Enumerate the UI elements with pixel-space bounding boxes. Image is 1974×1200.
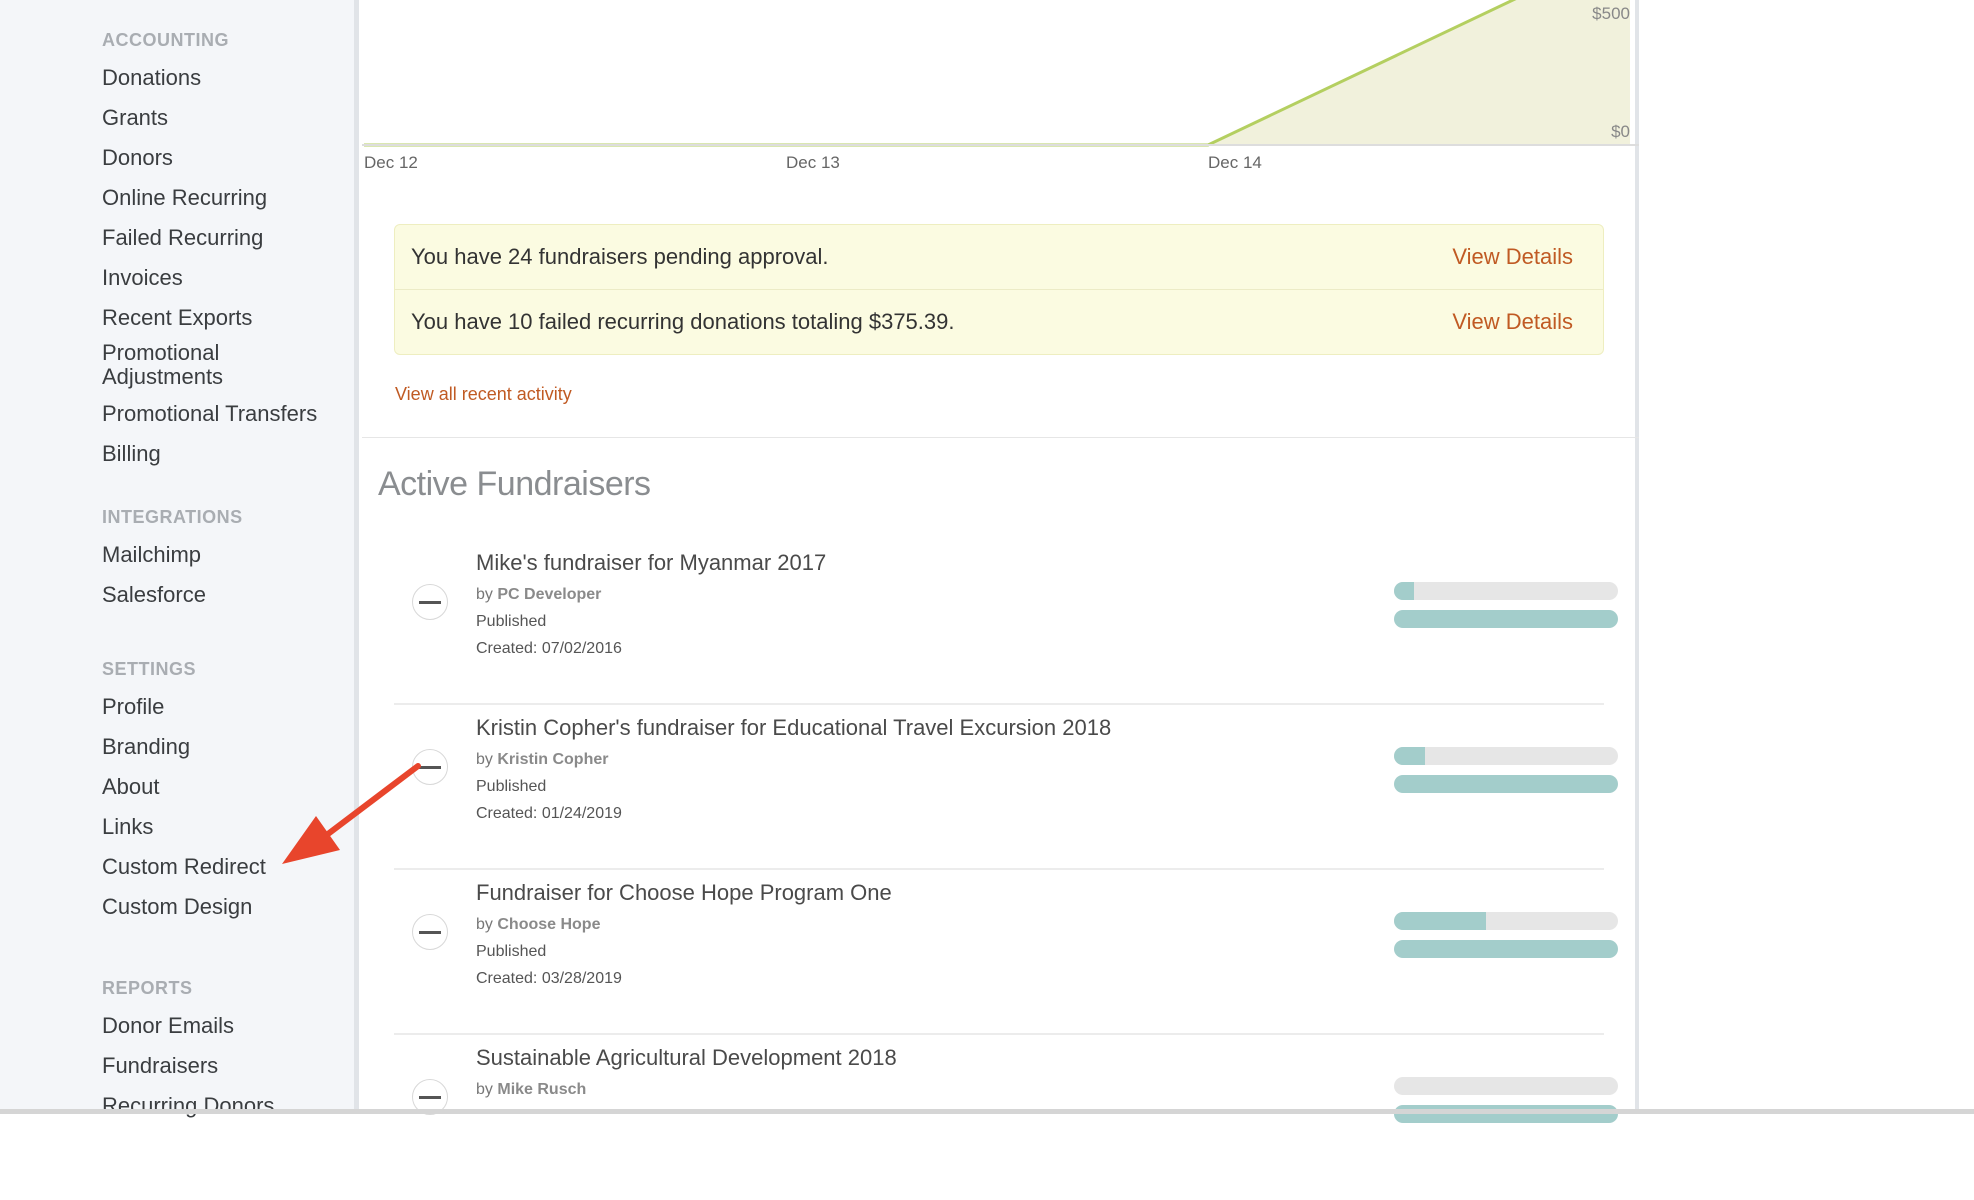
window-bottom-edge: [0, 1109, 1974, 1114]
sidebar-item-promotional-transfers[interactable]: Promotional Transfers: [102, 394, 317, 434]
divider: [362, 437, 1639, 438]
fundraiser-author: by Choose Hope: [476, 916, 600, 934]
view-all-recent-activity-link[interactable]: View all recent activity: [395, 384, 572, 405]
fundraiser-created-date: Created: 01/24/2019: [476, 805, 622, 822]
sidebar-section-title: ACCOUNTING: [102, 30, 229, 50]
sidebar-item-recent-exports[interactable]: Recent Exports: [102, 298, 317, 338]
sidebar-section-2: SETTINGS Profile Branding About Links Custom …: [102, 657, 266, 927]
fundraiser-progress-bar: [1394, 1077, 1618, 1095]
fundraiser-row: Fundraiser for Choose Hope Program One by…: [394, 870, 1618, 1035]
by-prefix: by: [476, 751, 493, 768]
fundraiser-goal-bar: [1394, 775, 1618, 793]
fundraiser-row: Kristin Copher's fundraiser for Educatio…: [394, 705, 1618, 870]
fundraiser-author: by Mike Rusch: [476, 1081, 586, 1099]
fundraiser-created-date: Created: 03/28/2019: [476, 970, 622, 987]
fundraiser-goal-bar: [1394, 610, 1618, 628]
fundraiser-row: Sustainable Agricultural Development 201…: [394, 1035, 1618, 1200]
alert-text: You have 10 failed recurring donations t…: [411, 309, 955, 334]
fundraiser-author: by PC Developer: [476, 586, 601, 604]
sidebar-item-billing[interactable]: Billing: [102, 434, 317, 474]
active-fundraisers-heading: Active Fundraisers: [378, 465, 651, 503]
sidebar-item-donors[interactable]: Donors: [102, 138, 317, 178]
author-name: Choose Hope: [497, 916, 601, 933]
fundraiser-goal-bar: [1394, 940, 1618, 958]
sidebar-item-donations[interactable]: Donations: [102, 58, 317, 98]
fundraiser-status: Published: [476, 943, 547, 960]
sidebar-item-failed-recurring[interactable]: Failed Recurring: [102, 218, 317, 258]
sidebar-section-0: ACCOUNTING Donations Grants Donors Online Re…: [102, 28, 317, 474]
alert-text: You have 24 fundraisers pending approval…: [411, 244, 829, 269]
fundraiser-title[interactable]: Sustainable Agricultural Development 201…: [476, 1045, 897, 1071]
fundraiser-progress-bar: [1394, 582, 1618, 600]
alert-pending-approval: You have 24 fundraisers pending approval…: [395, 225, 1603, 289]
sidebar-item-salesforce[interactable]: Salesforce: [102, 575, 243, 615]
sidebar-item-custom-design[interactable]: Custom Design: [102, 887, 266, 927]
author-name: PC Developer: [497, 586, 602, 603]
alerts-box: You have 24 fundraisers pending approval…: [394, 224, 1604, 355]
fundraiser-logo: [412, 584, 448, 620]
sidebar-item-donor-emails[interactable]: Donor Emails: [102, 1006, 274, 1046]
fundraiser-goal-bar: [1394, 1105, 1618, 1123]
main-panel: Dec 12 Dec 13 Dec 14 $500 $0 You have 24 fun…: [362, 0, 1639, 1123]
by-prefix: by: [476, 1081, 493, 1098]
by-prefix: by: [476, 586, 493, 603]
sidebar-section-1: INTEGRATIONS Mailchimp Salesforce: [102, 505, 243, 615]
donations-chart: Dec 12 Dec 13 Dec 14 $500 $0: [362, 0, 1639, 172]
chart-x-tick-label: Dec 13: [786, 153, 840, 172]
sidebar-item-mailchimp[interactable]: Mailchimp: [102, 535, 243, 575]
sidebar-item-custom-redirect[interactable]: Custom Redirect: [102, 847, 266, 887]
fundraiser-status: Published: [476, 778, 547, 795]
sidebar-section-3: REPORTS Donor Emails Fundraisers Recurring …: [102, 976, 274, 1126]
fundraiser-author: by Kristin Copher: [476, 751, 608, 769]
sidebar-item-online-recurring[interactable]: Online Recurring: [102, 178, 317, 218]
fundraiser-status: Published: [476, 613, 547, 630]
sidebar-item-grants[interactable]: Grants: [102, 98, 317, 138]
view-details-link[interactable]: View Details: [1452, 244, 1573, 270]
author-name: Mike Rusch: [497, 1081, 587, 1098]
alert-failed-recurring: You have 10 failed recurring donations t…: [395, 289, 1603, 354]
fundraiser-title[interactable]: Mike's fundraiser for Myanmar 2017: [476, 550, 826, 576]
fundraiser-title[interactable]: Kristin Copher's fundraiser for Educatio…: [476, 715, 1111, 741]
progress-fill: [1394, 747, 1426, 765]
author-name: Kristin Copher: [497, 751, 609, 768]
by-prefix: by: [476, 916, 493, 933]
sidebar-item-about[interactable]: About: [102, 767, 266, 807]
fundraiser-logo: [412, 914, 448, 950]
sidebar: ACCOUNTING Donations Grants Donors Online Re…: [0, 0, 359, 1118]
view-details-link[interactable]: View Details: [1452, 309, 1573, 335]
chart-area: [364, 0, 1630, 145]
sidebar-item-fundraisers[interactable]: Fundraisers: [102, 1046, 274, 1086]
sidebar-item-recurring-donors[interactable]: Recurring Donors: [102, 1086, 274, 1126]
sidebar-item-promotional-adjustments[interactable]: Promotional Adjustments: [102, 338, 282, 394]
fundraiser-list: Mike's fundraiser for Myanmar 2017 by PC …: [394, 540, 1618, 1200]
fundraiser-created-date: Created: 07/02/2016: [476, 640, 622, 657]
red-arrow-icon: [282, 763, 421, 864]
sidebar-section-title: INTEGRATIONS: [102, 507, 243, 527]
sidebar-item-branding[interactable]: Branding: [102, 727, 266, 767]
sidebar-section-title: SETTINGS: [102, 659, 197, 679]
sidebar-item-profile[interactable]: Profile: [102, 687, 266, 727]
chart-x-tick-label: Dec 14: [1208, 153, 1262, 172]
chart-y-tick-label: $0: [1611, 122, 1630, 141]
progress-fill: [1394, 582, 1415, 600]
fundraiser-row: Mike's fundraiser for Myanmar 2017 by PC …: [394, 540, 1618, 705]
progress-fill: [1394, 912, 1486, 930]
fundraiser-progress-bar: [1394, 747, 1618, 765]
sidebar-item-links[interactable]: Links: [102, 807, 266, 847]
sidebar-section-title: REPORTS: [102, 978, 193, 998]
fundraiser-title[interactable]: Fundraiser for Choose Hope Program One: [476, 880, 892, 906]
chart-y-tick-label: $500: [1592, 4, 1630, 23]
fundraiser-progress-bar: [1394, 912, 1618, 930]
chart-x-tick-label: Dec 12: [364, 153, 418, 172]
sidebar-item-invoices[interactable]: Invoices: [102, 258, 317, 298]
